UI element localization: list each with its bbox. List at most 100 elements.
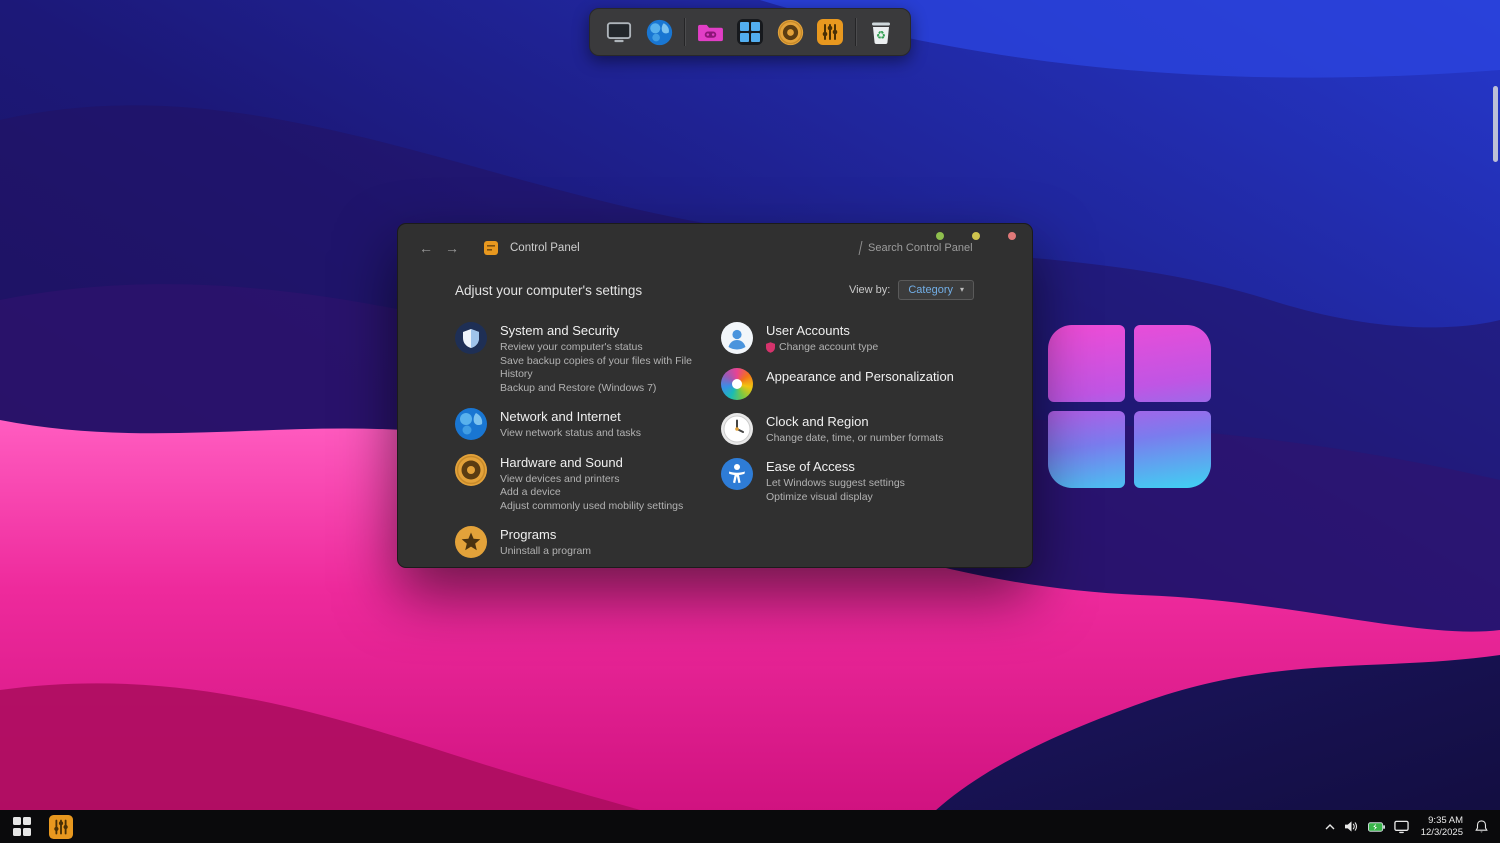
recycle-bin-icon: ♻ bbox=[869, 19, 893, 45]
category-link[interactable]: Change date, time, or number formats bbox=[766, 432, 943, 446]
windows-logo bbox=[1048, 325, 1211, 488]
category-text: System and Security Review your computer… bbox=[500, 322, 721, 395]
category-title[interactable]: User Accounts bbox=[766, 322, 878, 339]
category-text: Network and Internet View network status… bbox=[500, 408, 641, 441]
dock-item-windows[interactable] bbox=[735, 17, 765, 47]
category-hardware-and-sound: Hardware and Sound View devices and prin… bbox=[455, 454, 721, 514]
maximize-button[interactable] bbox=[972, 232, 980, 240]
shield-icon bbox=[455, 322, 487, 354]
category-link[interactable]: Adjust commonly used mobility settings bbox=[500, 500, 683, 514]
category-title[interactable]: Programs bbox=[500, 526, 591, 543]
control-panel-window: ← → Control Panel Search Control Panel A… bbox=[397, 223, 1033, 568]
category-link[interactable]: View network status and tasks bbox=[500, 427, 641, 441]
speaker-icon bbox=[1344, 820, 1359, 833]
appearance-icon[interactable] bbox=[721, 368, 753, 400]
category-link[interactable]: Backup and Restore (Windows 7) bbox=[500, 382, 721, 396]
user-accounts-icon[interactable] bbox=[721, 322, 753, 354]
category-title[interactable]: Clock and Region bbox=[766, 413, 943, 430]
pinwheel-icon bbox=[721, 368, 753, 400]
clock-icon bbox=[721, 413, 753, 445]
chevron-down-icon: ▾ bbox=[960, 286, 964, 294]
category-clock-and-region: Clock and Region Change date, time, or n… bbox=[721, 413, 974, 446]
programs-icon[interactable] bbox=[455, 526, 487, 558]
accessibility-icon bbox=[721, 458, 753, 490]
hardware-sound-icon[interactable] bbox=[455, 454, 487, 486]
category-programs: Programs Uninstall a program bbox=[455, 526, 721, 559]
category-network-and-internet: Network and Internet View network status… bbox=[455, 408, 721, 441]
system-security-icon[interactable] bbox=[455, 322, 487, 354]
monitor-icon bbox=[1394, 820, 1409, 834]
dock-item-recycle-bin[interactable]: ♻ bbox=[866, 17, 896, 47]
titlebar[interactable] bbox=[398, 224, 1032, 240]
system-tray: 9:35 AM 12/3/2025 bbox=[1325, 815, 1488, 838]
category-text: Hardware and Sound View devices and prin… bbox=[500, 454, 683, 514]
category-link[interactable]: View devices and printers bbox=[500, 473, 683, 487]
person-icon bbox=[721, 322, 753, 354]
category-link[interactable]: Review your computer's status bbox=[500, 341, 721, 355]
category-ease-of-access: Ease of Access Let Windows suggest setti… bbox=[721, 458, 974, 504]
screen-edge-scrollbar[interactable] bbox=[1493, 86, 1498, 162]
ease-of-access-icon[interactable] bbox=[721, 458, 753, 490]
minimize-button[interactable] bbox=[936, 232, 944, 240]
category-title[interactable]: Ease of Access bbox=[766, 458, 905, 475]
dock-item-speaker[interactable] bbox=[775, 17, 805, 47]
category-text: Appearance and Personalization bbox=[766, 368, 954, 387]
chevron-up-icon bbox=[1325, 824, 1335, 830]
category-title[interactable]: System and Security bbox=[500, 322, 721, 339]
start-button[interactable] bbox=[12, 817, 32, 837]
category-system-and-security: System and Security Review your computer… bbox=[455, 322, 721, 395]
speaker-icon bbox=[777, 19, 804, 46]
globe-icon bbox=[646, 19, 673, 46]
tray-expand-button[interactable] bbox=[1325, 824, 1335, 830]
category-link[interactable]: Change account type bbox=[766, 341, 878, 355]
category-link[interactable]: Uninstall a program bbox=[500, 545, 591, 559]
category-link[interactable]: Let Windows suggest settings bbox=[766, 477, 905, 491]
view-by-label: View by: bbox=[849, 284, 890, 296]
windows-logo-tile bbox=[1134, 325, 1211, 402]
taskbar-app-equalizer[interactable] bbox=[48, 814, 73, 839]
window-title: Control Panel bbox=[510, 242, 580, 254]
dock-item-games-folder[interactable] bbox=[695, 17, 725, 47]
view-by-dropdown[interactable]: Category ▾ bbox=[898, 280, 974, 300]
search-placeholder: Search Control Panel bbox=[868, 242, 973, 254]
close-button[interactable] bbox=[1008, 232, 1016, 240]
dock-item-equalizer[interactable] bbox=[815, 17, 845, 47]
category-columns: System and Security Review your computer… bbox=[455, 322, 974, 572]
category-appearance-personalization: Appearance and Personalization bbox=[721, 368, 974, 400]
volume-button[interactable] bbox=[1344, 820, 1359, 833]
category-text: User Accounts Change account type bbox=[766, 322, 878, 355]
top-dock: ♻ bbox=[589, 8, 911, 56]
notifications-button[interactable] bbox=[1475, 819, 1488, 834]
dock-item-globe[interactable] bbox=[644, 17, 674, 47]
category-link-label: Change account type bbox=[779, 341, 878, 355]
left-column: System and Security Review your computer… bbox=[455, 322, 721, 572]
back-button[interactable]: ← bbox=[418, 240, 434, 256]
svg-text:♻: ♻ bbox=[876, 29, 886, 42]
clock-time: 9:35 AM bbox=[1421, 815, 1463, 827]
star-icon bbox=[455, 526, 487, 558]
view-by-group: View by: Category ▾ bbox=[849, 280, 974, 300]
display-settings-button[interactable] bbox=[1394, 820, 1409, 834]
search-control-panel-input[interactable]: Search Control Panel bbox=[860, 241, 1012, 255]
speaker-icon bbox=[455, 454, 487, 486]
category-title[interactable]: Network and Internet bbox=[500, 408, 641, 425]
category-text: Ease of Access Let Windows suggest setti… bbox=[766, 458, 905, 504]
category-link[interactable]: Add a device bbox=[500, 486, 683, 500]
category-link[interactable]: Save backup copies of your files with Fi… bbox=[500, 355, 721, 382]
content-header: Adjust your computer's settings View by:… bbox=[455, 280, 974, 300]
clock[interactable]: 9:35 AM 12/3/2025 bbox=[1421, 815, 1463, 838]
forward-button[interactable]: → bbox=[444, 240, 460, 256]
equalizer-icon bbox=[49, 815, 73, 839]
category-link[interactable]: Optimize visual display bbox=[766, 491, 905, 505]
desktop: ♻ ← → Control Panel Search Control bbox=[0, 0, 1500, 843]
network-internet-icon[interactable] bbox=[455, 408, 487, 440]
control-panel-icon bbox=[484, 241, 498, 255]
bell-icon bbox=[1475, 819, 1488, 834]
category-title[interactable]: Appearance and Personalization bbox=[766, 368, 954, 385]
equalizer-icon bbox=[817, 19, 843, 45]
page-heading: Adjust your computer's settings bbox=[455, 283, 642, 298]
clock-region-icon[interactable] bbox=[721, 413, 753, 445]
dock-item-display[interactable] bbox=[604, 17, 634, 47]
category-title[interactable]: Hardware and Sound bbox=[500, 454, 683, 471]
battery-button[interactable] bbox=[1368, 822, 1385, 832]
